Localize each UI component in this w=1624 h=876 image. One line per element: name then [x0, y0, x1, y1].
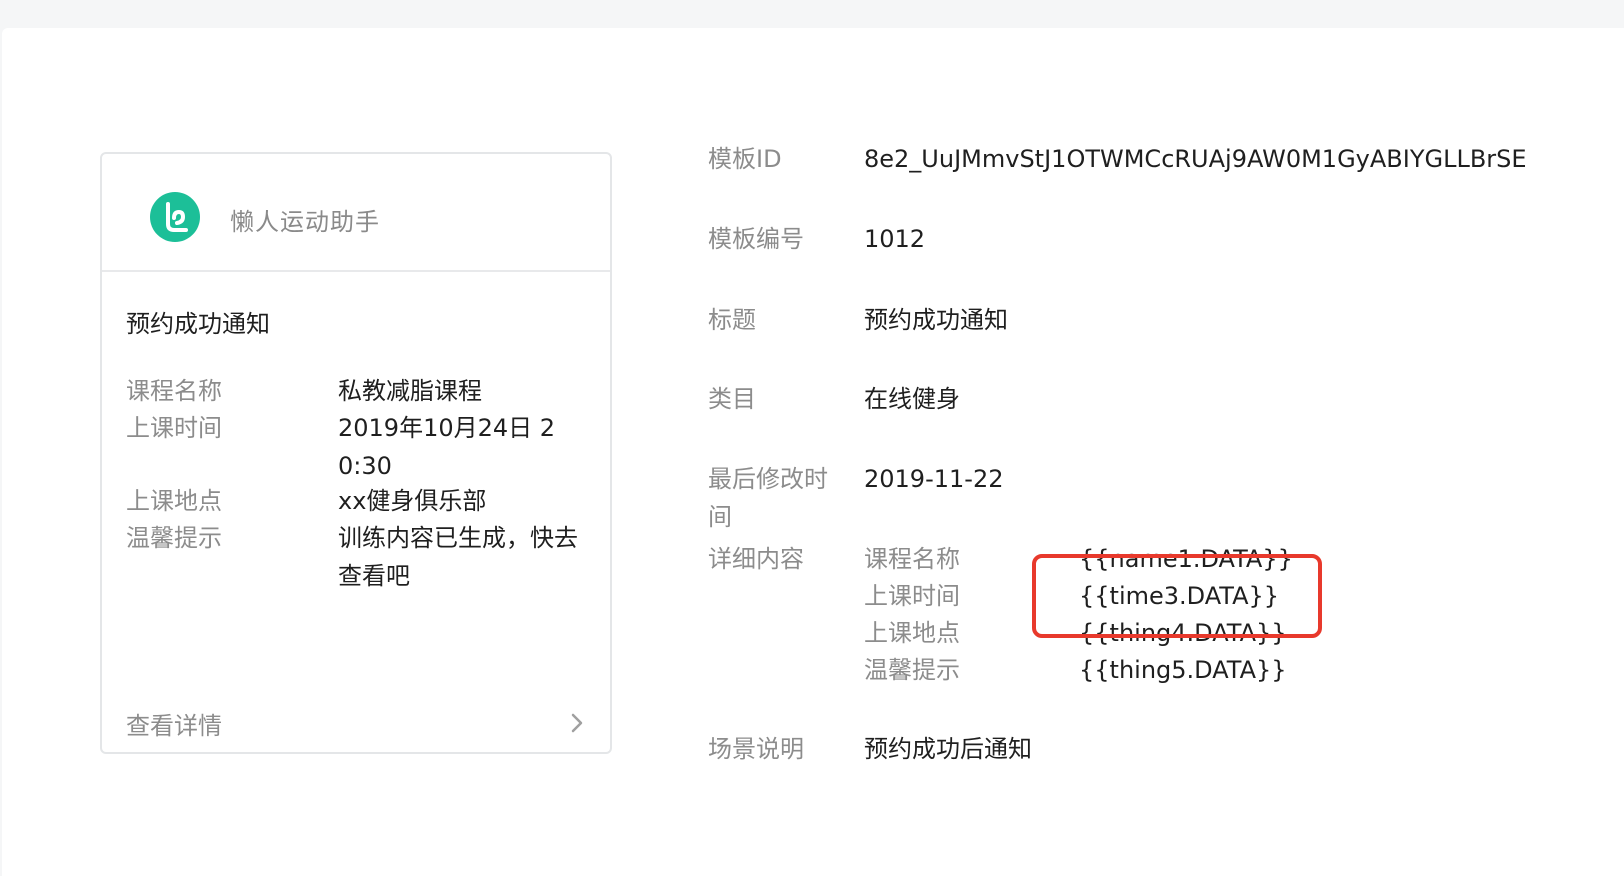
highlight-box [1032, 554, 1322, 638]
content-key: 温馨提示 [864, 656, 960, 684]
content-value: {{thing5.DATA}} [1079, 656, 1287, 684]
field-value: 训练内容已生成，快去查看吧 [338, 524, 578, 590]
field-value: 私教减脂课程 [338, 377, 482, 405]
field-key: 上课地点 [126, 487, 222, 515]
view-details-link[interactable]: 查看详情 [126, 706, 222, 741]
field-key: 课程名称 [126, 377, 222, 405]
template-id-label: 模板ID [708, 145, 782, 173]
category-value: 在线健身 [864, 385, 960, 413]
modified-label: 最后修改时间 [708, 465, 828, 531]
card-header: 懒人运动助手 [102, 154, 610, 272]
content-key: 上课地点 [864, 619, 960, 647]
category-label: 类目 [708, 385, 756, 413]
modified-value: 2019-11-22 [864, 465, 1004, 493]
card-title: 预约成功通知 [126, 310, 270, 338]
title-label: 标题 [708, 306, 756, 334]
field-value: 2019年10月24日 20:30 [338, 414, 556, 480]
template-no-value: 1012 [864, 225, 926, 253]
field-key: 上课时间 [126, 414, 222, 442]
template-no-label: 模板编号 [708, 225, 804, 253]
content-panel: 懒人运动助手 预约成功通知 课程名称 私教减脂课程 上课时间 2019年10月2… [2, 28, 1624, 876]
field-key: 温馨提示 [126, 524, 222, 552]
chevron-right-icon[interactable] [570, 712, 584, 734]
template-id-value: 8e2_UuJMmvStJ1OTWMCcRUAj9AW0M1GyABIYGLLB… [864, 145, 1527, 173]
content-label: 详细内容 [708, 545, 804, 573]
app-logo-icon [150, 192, 200, 242]
field-value: xx健身俱乐部 [338, 487, 487, 515]
app-name: 懒人运动助手 [230, 208, 380, 236]
title-value: 预约成功通知 [864, 306, 1008, 334]
content-key: 上课时间 [864, 582, 960, 610]
scene-value: 预约成功后通知 [864, 735, 1032, 763]
content-key: 课程名称 [864, 545, 960, 573]
message-preview-card: 懒人运动助手 预约成功通知 课程名称 私教减脂课程 上课时间 2019年10月2… [100, 152, 612, 754]
scene-label: 场景说明 [708, 735, 804, 763]
